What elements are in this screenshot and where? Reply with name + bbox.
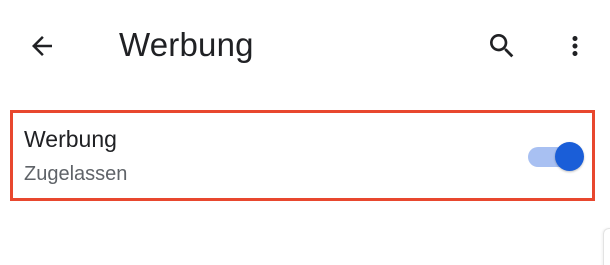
ads-settings-screen: Werbung Werbung Zugelassen	[0, 0, 610, 265]
card-edge	[603, 228, 610, 265]
back-button[interactable]	[22, 26, 62, 66]
search-icon	[490, 34, 514, 58]
page-title: Werbung	[119, 26, 254, 63]
toggle-thumb	[555, 142, 584, 171]
app-bar: Werbung	[0, 0, 610, 92]
more-options-button[interactable]	[555, 26, 595, 66]
setting-title: Werbung	[24, 126, 117, 152]
ads-setting-row[interactable]: Werbung Zugelassen	[10, 110, 595, 201]
ads-toggle-switch[interactable]	[525, 142, 584, 171]
setting-status: Zugelassen	[24, 163, 128, 185]
arrow-back-icon	[32, 36, 52, 56]
more-vertical-icon	[572, 36, 578, 56]
search-button[interactable]	[482, 26, 522, 66]
